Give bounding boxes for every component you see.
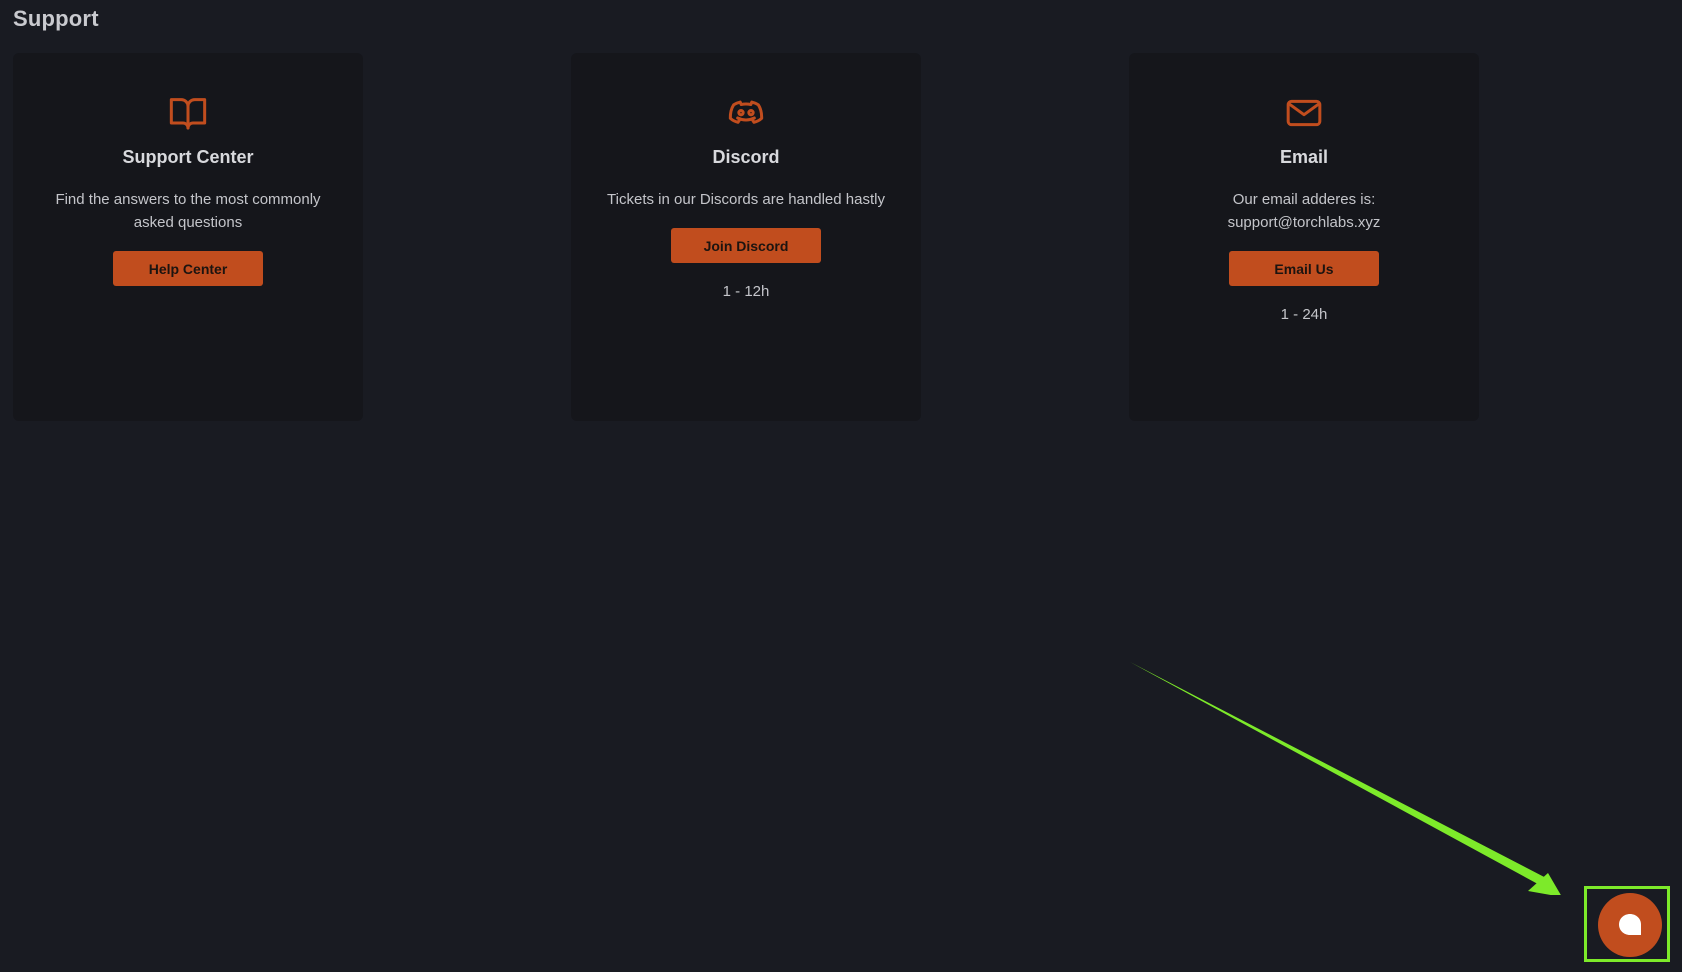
email-title: Email	[1279, 147, 1329, 167]
discord-description: Tickets in our Discords are handled hast…	[607, 191, 885, 208]
page-title: Support	[13, 6, 99, 31]
discord-icon	[728, 100, 764, 124]
support-page: Support Support Center Find the answers …	[0, 0, 1682, 972]
email-card: Email Our email adderes is: support@torc…	[1129, 53, 1479, 421]
chat-bubble-icon	[1619, 914, 1641, 935]
support-center-card: Support Center Find the answers to the m…	[13, 53, 363, 421]
discord-card: Discord Tickets in our Discords are hand…	[571, 53, 921, 421]
email-response-time: 1 - 24h	[1280, 306, 1328, 323]
join-discord-button[interactable]: Join Discord	[671, 228, 821, 263]
mail-icon	[1286, 99, 1322, 127]
email-us-button[interactable]: Email Us	[1229, 251, 1379, 286]
email-description: Our email adderes is: support@torchlabs.…	[1227, 191, 1381, 231]
book-open-icon	[169, 98, 207, 130]
discord-response-time: 1 - 12h	[722, 283, 770, 300]
support-center-description: Find the answers to the most commonly as…	[55, 191, 321, 231]
discord-title: Discord	[712, 147, 780, 167]
help-center-button[interactable]: Help Center	[113, 251, 263, 286]
support-center-title: Support Center	[122, 147, 254, 167]
chat-launcher-button[interactable]	[1598, 893, 1662, 957]
annotation-arrow	[1130, 662, 1561, 895]
